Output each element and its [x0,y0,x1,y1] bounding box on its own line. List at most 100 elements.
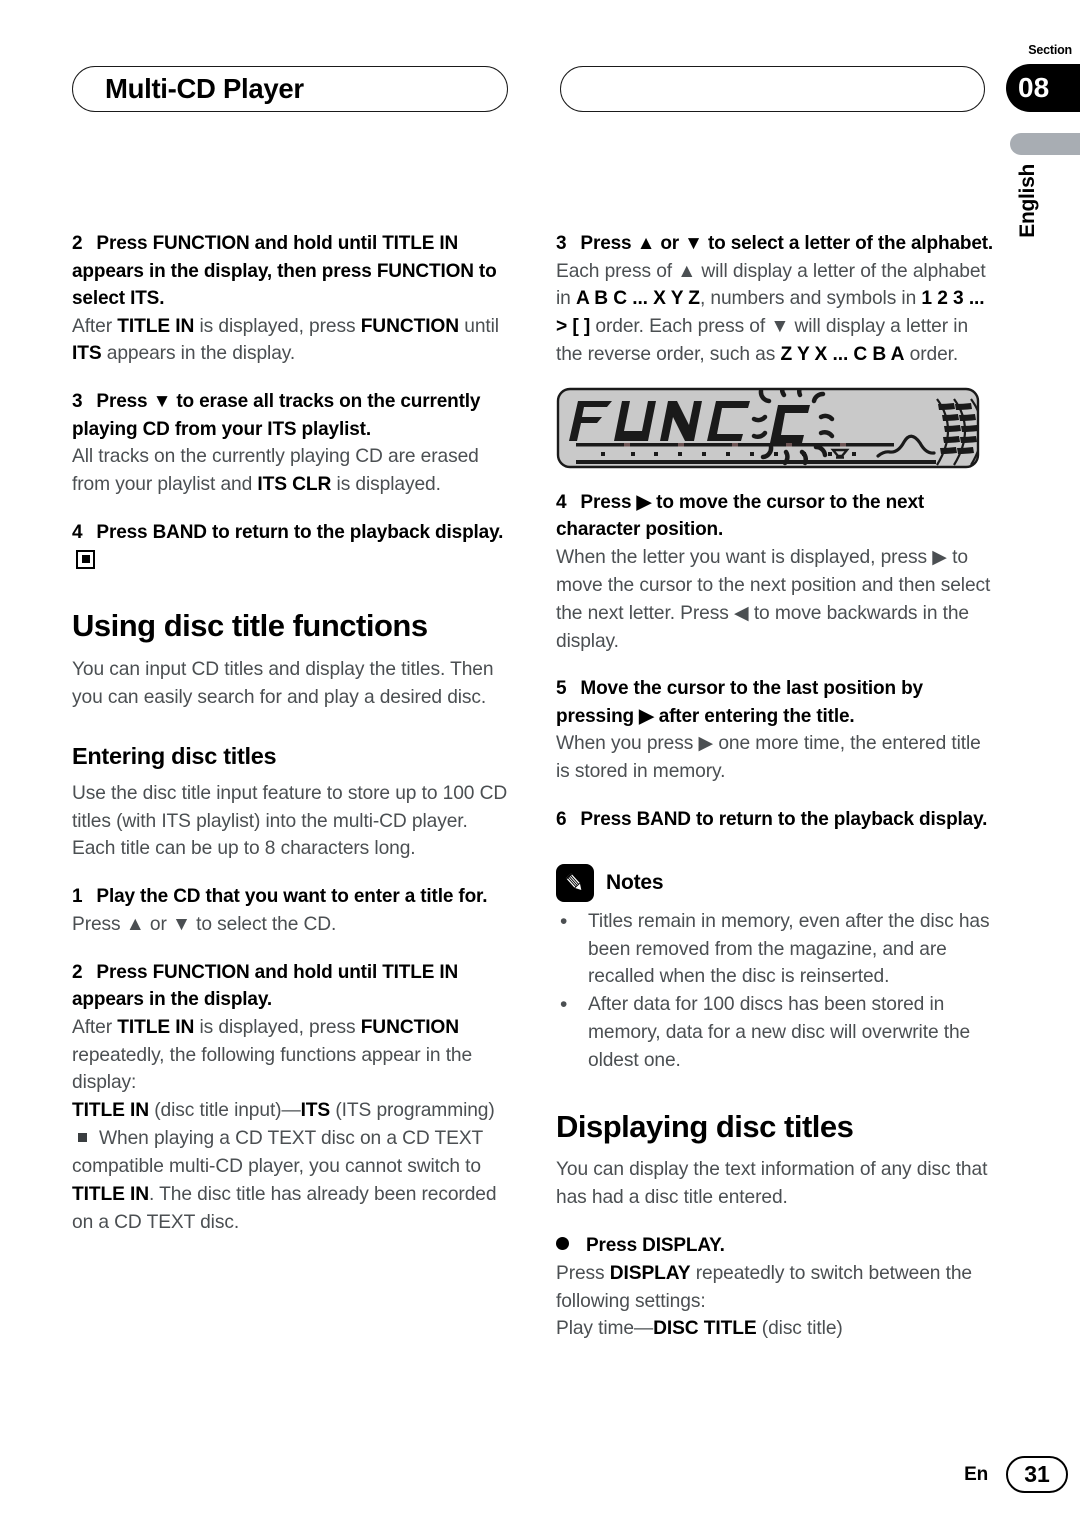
t-bold: FUNCTION [360,1016,460,1038]
t: until [459,315,499,337]
t: (disc title) [756,1318,843,1340]
t-bold: FUNCTION [360,315,460,337]
t: order. [904,344,959,366]
right-step-3-body: Each press of ▲ will display a letter of… [556,258,996,369]
note-item-text: After data for 100 discs has been stored… [588,994,971,1071]
step-3-body: All tracks on the currently playing CD a… [72,443,512,499]
t: (disc title input)— [149,1100,301,1122]
step-2-number: 2 [72,233,83,254]
right-step-5-heading: 5 Move the cursor to the last position by… [556,675,996,730]
right-step-6-title: Press BAND to return to the playback dis… [580,809,988,831]
t: When playing a CD TEXT disc on a CD TEXT… [72,1128,483,1177]
heading-entering-disc-titles: Entering disc titles [72,742,277,769]
step-3-heading: 3 Press ▼ to erase all tracks on the curr… [72,388,512,443]
right-step-4-heading: 4 Press ▶ to move the cursor to the next … [556,489,996,544]
display-settings-line: Play time—DISC TITLE (disc title) [556,1315,996,1343]
t: After [72,315,118,337]
right-step-5-title: Move the cursor to the last position by … [556,678,923,727]
entering-step-1-heading: 1 Play the CD that you want to enter a ti… [72,883,512,911]
heading-displaying-disc-titles: Displaying disc titles [556,1108,854,1144]
t: appears in the display. [101,343,296,365]
language-bar [1010,133,1080,155]
right-column: 3 Press ▲ or ▼ to select a letter of the … [556,210,996,1343]
function-sequence-line: TITLE IN (disc title input)—ITS (ITS pro… [72,1097,512,1125]
section-label: Section [1028,43,1072,57]
right-step-5-body: When you press ▶ one more time, the ente… [556,733,981,783]
right-step-4-body: When the letter you want is displayed, p… [556,547,991,652]
footer-language-code: En [964,1464,988,1485]
entering-step-1-title: Play the CD that you want to enter a tit… [96,886,488,908]
displaying-disc-titles-body: You can display the text information of … [556,1159,988,1209]
step-4-heading: 4 Press BAND to return to the playback di… [72,519,512,574]
t-bold: A B C ... X Y Z [575,288,700,310]
square-bullet-icon [78,1133,87,1143]
entering-step-2-body: After TITLE IN is displayed, press FUNCT… [72,1014,512,1098]
t-bold: ITS CLR [257,474,332,496]
lcd-baseline [576,459,936,464]
t-bold: TITLE IN [72,1183,150,1205]
header-pill-left: Multi-CD Player [72,66,508,112]
t: (ITS programming) [330,1100,495,1122]
lcd-display-figure [556,387,980,469]
heading-using-disc-title-functions: Using disc title functions [72,608,428,644]
step-3-title: Press ▼ to erase all tracks on the curre… [72,391,481,440]
right-step-3-number: 3 [556,233,567,254]
step-2-heading: 2 Press FUNCTION and hold until TITLE IN … [72,230,512,313]
t-bold: DISC TITLE [653,1318,757,1340]
t: Press [556,1262,610,1284]
t-bold: DISPLAY [609,1262,691,1284]
section-number-badge: 08 [1006,64,1080,112]
step-4-number: 4 [72,522,83,544]
step-4-title: Press BAND to return to the playback dis… [96,522,504,544]
cd-text-note: When playing a CD TEXT disc on a CD TEXT… [72,1125,512,1236]
note-item: • Titles remain in memory, even after th… [556,908,996,992]
t-bold: ITS [72,343,102,365]
t: is displayed, press [194,315,361,337]
page-header: Multi-CD Player [72,66,1012,114]
t-bold: Z Y X ... C B A [780,344,905,366]
lcd-segment-bar [576,442,894,447]
lcd-display-svg [556,387,980,469]
step-3-number: 3 [72,391,83,413]
notes-heading: Notes [556,863,996,902]
page-title: Multi-CD Player [105,73,304,104]
press-display-heading: Press DISPLAY. [556,1232,996,1260]
entering-step-2-number: 2 [72,961,83,983]
page-number: 31 [1006,1456,1068,1493]
entering-step-1-body: Press ▲ or ▼ to select the CD. [72,913,337,935]
t-bold: TITLE IN [117,315,195,337]
page-footer: En 31 [0,1456,1080,1498]
entering-step-1-number: 1 [72,886,83,908]
t: , numbers and symbols in [699,288,922,310]
manual-page: Multi-CD Player Section 08 English 2 Pres… [0,0,1080,1529]
t: Play time— [556,1318,654,1340]
bullet-dot-icon: • [560,993,568,1017]
right-step-4-title: Press ▶ to move the cursor to the next c… [556,491,925,541]
right-step-6-heading: 6 Press BAND to return to the playback di… [556,806,996,834]
t-bold: ITS [300,1100,331,1122]
right-step-5-number: 5 [556,678,567,700]
right-step-4-number: 4 [556,491,567,513]
step-2-body: After TITLE IN is displayed, press FUNCT… [72,313,512,369]
notes-title: Notes [606,870,664,894]
right-step-3-heading: 3 Press ▲ or ▼ to select a letter of the … [556,230,996,258]
t: After [72,1016,118,1038]
header-pill-right [560,66,985,112]
press-display-title: Press DISPLAY. [586,1235,725,1257]
right-step-3-title: Press ▲ or ▼ to select a letter of the a… [580,233,994,254]
left-column: 2 Press FUNCTION and hold until TITLE IN … [72,210,512,1236]
end-of-procedure-icon [76,549,95,569]
pencil-icon [556,863,594,902]
t: repeatedly, the following functions appe… [72,1044,473,1094]
t: is displayed. [331,474,441,496]
right-step-6-number: 6 [556,809,567,831]
note-item-text: Titles remain in memory, even after the … [588,910,990,988]
using-disc-title-body: You can input CD titles and display the … [72,658,494,708]
note-item: • After data for 100 discs has been stor… [556,991,996,1075]
t-bold: TITLE IN [117,1016,195,1038]
entering-step-2-title: Press FUNCTION and hold until TITLE IN a… [72,961,459,1011]
bullet-dot-icon: • [560,909,568,933]
entering-disc-titles-body: Use the disc title input feature to stor… [72,782,508,860]
t-bold: TITLE IN [72,1100,150,1122]
entering-step-2-heading: 2 Press FUNCTION and hold until TITLE IN … [72,959,512,1014]
